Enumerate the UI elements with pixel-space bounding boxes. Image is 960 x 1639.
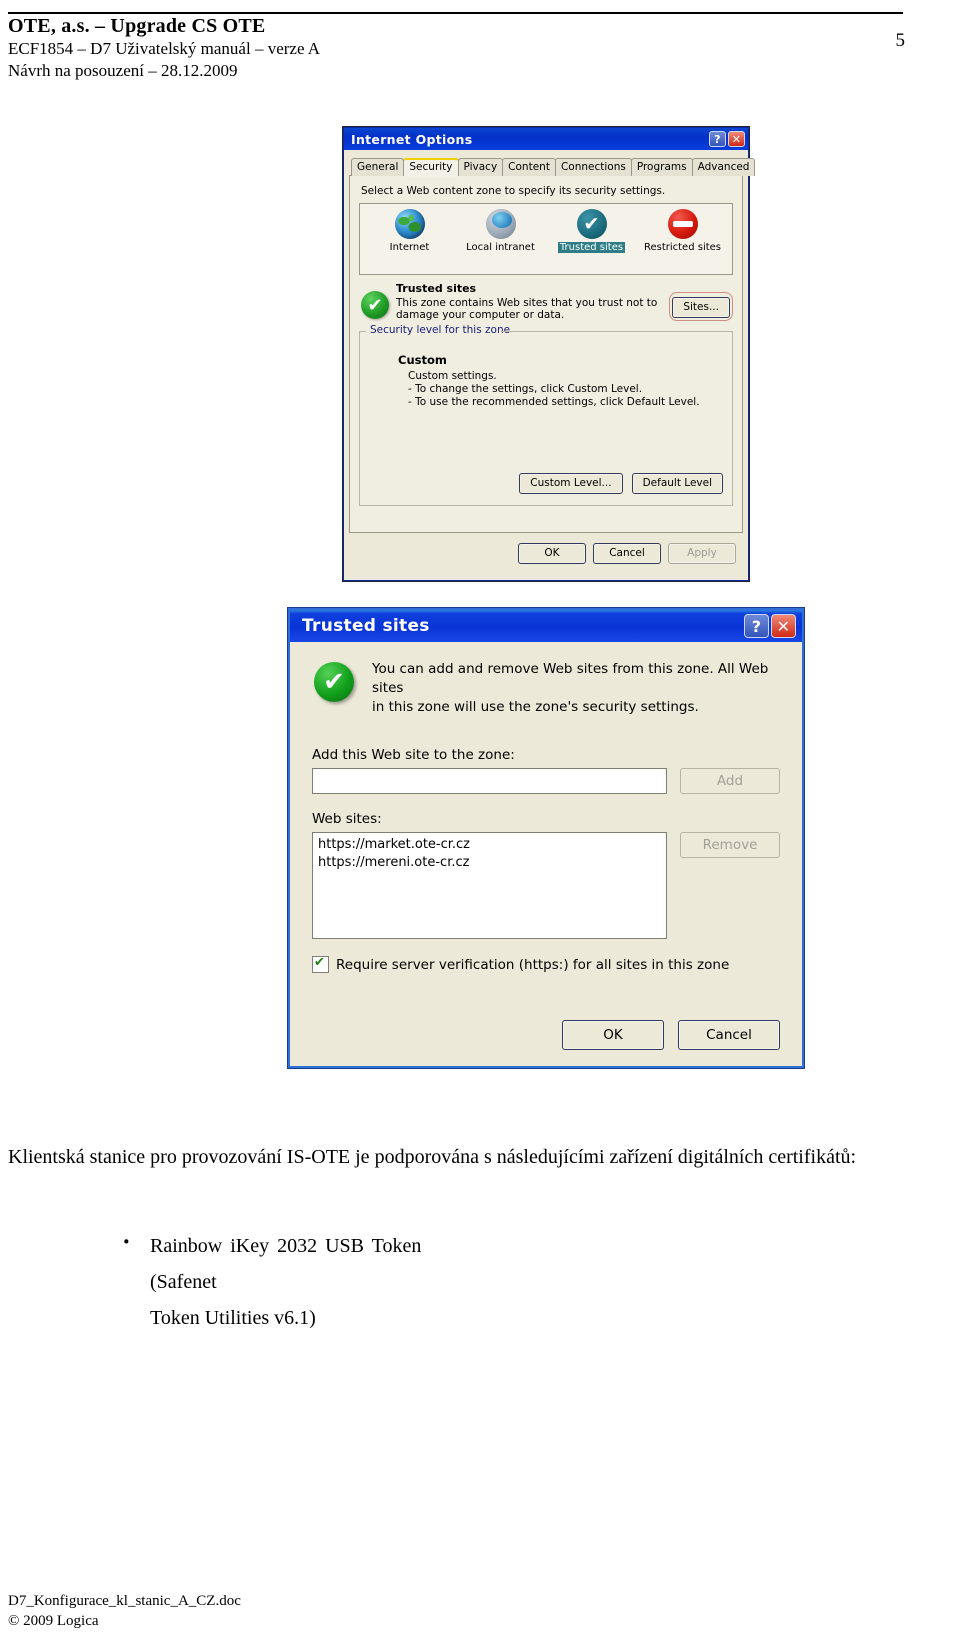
zone-detail: Trusted sites This zone contains Web sit… bbox=[359, 282, 733, 322]
intro-line-1: You can add and remove Web sites from th… bbox=[372, 661, 769, 696]
zone-internet[interactable]: Internet bbox=[364, 209, 455, 253]
apply-button: Apply bbox=[668, 543, 736, 564]
help-icon[interactable]: ? bbox=[744, 614, 769, 638]
help-icon[interactable]: ? bbox=[709, 131, 726, 147]
list-item[interactable]: https://mereni.ote-cr.cz bbox=[318, 854, 661, 872]
body-paragraph: Klientská stanice pro provozování IS-OTE… bbox=[8, 1146, 857, 1168]
zone-selector: Internet Local intranet Trusted sites Re… bbox=[359, 203, 733, 275]
zone-instruction-label: Select a Web content zone to specify its… bbox=[361, 185, 666, 197]
zone-local-intranet-label: Local intranet bbox=[466, 242, 535, 253]
tab-content[interactable]: Content bbox=[502, 158, 556, 176]
trusted-sites-intro: You can add and remove Web sites from th… bbox=[312, 660, 780, 717]
footer-copyright: © 2009 Logica bbox=[8, 1613, 99, 1629]
ok-button[interactable]: OK bbox=[562, 1020, 664, 1050]
add-site-input[interactable] bbox=[312, 768, 667, 794]
zone-detail-description: This zone contains Web sites that you tr… bbox=[396, 296, 658, 322]
tab-programs[interactable]: Programs bbox=[630, 158, 693, 176]
remove-button: Remove bbox=[680, 832, 780, 858]
intro-line-2: in this zone will use the zone's securit… bbox=[372, 699, 699, 715]
footer-rule bbox=[8, 1580, 903, 1581]
websites-section: Web sites: https://market.ote-cr.cz http… bbox=[312, 811, 780, 939]
tab-connections[interactable]: Connections bbox=[554, 158, 632, 176]
cancel-button[interactable]: Cancel bbox=[678, 1020, 780, 1050]
sites-button-highlight: Sites... bbox=[669, 292, 733, 321]
local-intranet-zone-icon bbox=[485, 209, 516, 239]
bullet-list: Rainbow iKey 2032 USB Token (Safenet Tok… bbox=[122, 1224, 480, 1336]
internet-zone-icon bbox=[394, 209, 425, 239]
document-header: OTE, a.s. – Upgrade CS OTE ECF1854 – D7 … bbox=[8, 14, 908, 82]
trusted-sites-dialog: Trusted sites ? ✕ You can add and remove… bbox=[288, 608, 804, 1068]
internet-options-footer: OK Cancel Apply bbox=[349, 543, 736, 564]
zone-trusted-sites-label: Trusted sites bbox=[557, 242, 626, 253]
zone-restricted-sites-label: Restricted sites bbox=[643, 242, 722, 253]
tab-advanced[interactable]: Advanced bbox=[691, 158, 756, 176]
add-site-label: Add this Web site to the zone: bbox=[312, 747, 515, 763]
security-tab-panel: Select a Web content zone to specify its… bbox=[349, 175, 743, 533]
add-site-section: Add this Web site to the zone: Add bbox=[312, 747, 780, 794]
restricted-sites-zone-icon bbox=[667, 209, 698, 239]
trusted-sites-window-controls: ? ✕ bbox=[744, 614, 796, 638]
require-https-checkbox[interactable] bbox=[312, 955, 329, 973]
footer-filename: D7_Konfigurace_kl_stanic_A_CZ.doc bbox=[8, 1593, 241, 1609]
supported-devices-list: Rainbow iKey 2032 USB Token (Safenet Tok… bbox=[122, 1224, 480, 1336]
security-level-line-3: - To use the recommended settings, click… bbox=[408, 395, 700, 408]
ok-button[interactable]: OK bbox=[518, 543, 586, 564]
tab-general[interactable]: General bbox=[351, 158, 405, 176]
websites-listbox[interactable]: https://market.ote-cr.cz https://mereni.… bbox=[312, 832, 667, 939]
bullet-line-1: Rainbow iKey 2032 USB Token (Safenet bbox=[150, 1235, 422, 1293]
zone-detail-title: Trusted sites bbox=[396, 282, 477, 295]
tab-security[interactable]: Security bbox=[403, 158, 459, 176]
header-version-line: Návrh na posouzení – 28.12.2009 bbox=[8, 61, 238, 80]
zone-trusted-sites[interactable]: Trusted sites bbox=[546, 209, 637, 253]
zone-internet-label: Internet bbox=[389, 242, 430, 253]
add-site-row: Add bbox=[312, 768, 780, 794]
tab-privacy[interactable]: Pivacy bbox=[457, 158, 504, 176]
header-title-line: OTE, a.s. – Upgrade CS OTE bbox=[8, 15, 266, 37]
add-button: Add bbox=[680, 768, 780, 794]
list-item: Rainbow iKey 2032 USB Token (Safenet Tok… bbox=[122, 1224, 480, 1336]
header-subtitle-line: ECF1854 – D7 Uživatelský manuál – verze … bbox=[8, 39, 321, 58]
require-https-label: Require server verification (https:) for… bbox=[336, 956, 730, 973]
sites-button[interactable]: Sites... bbox=[672, 297, 730, 318]
trusted-sites-footer: OK Cancel bbox=[562, 1020, 780, 1050]
websites-row: https://market.ote-cr.cz https://mereni.… bbox=[312, 832, 780, 939]
trusted-check-icon bbox=[314, 662, 354, 702]
security-level-name: Custom bbox=[398, 352, 447, 367]
trusted-sites-titlebar[interactable]: Trusted sites ? ✕ bbox=[290, 610, 802, 642]
security-level-groupbox: Security level for this zone Custom Cust… bbox=[359, 323, 733, 506]
security-level-content: Custom Custom settings. - To change the … bbox=[360, 331, 732, 409]
security-level-buttons: Custom Level... Default Level bbox=[519, 472, 723, 494]
cancel-button[interactable]: Cancel bbox=[593, 543, 661, 564]
zone-restricted-sites[interactable]: Restricted sites bbox=[637, 209, 728, 253]
close-icon[interactable]: ✕ bbox=[771, 614, 796, 638]
zone-detail-text: Trusted sites This zone contains Web sit… bbox=[396, 282, 665, 322]
zone-local-intranet[interactable]: Local intranet bbox=[455, 209, 546, 253]
close-icon[interactable]: ✕ bbox=[728, 131, 745, 147]
security-level-legend: Security level for this zone bbox=[367, 323, 514, 336]
document-footer: D7_Konfigurace_kl_stanic_A_CZ.doc © 2009… bbox=[8, 1591, 241, 1631]
internet-options-title: Internet Options bbox=[351, 131, 473, 147]
trusted-sites-intro-text: You can add and remove Web sites from th… bbox=[372, 660, 780, 717]
internet-options-tabstrip: General Security Pivacy Content Connecti… bbox=[351, 156, 756, 176]
internet-options-body: General Security Pivacy Content Connecti… bbox=[344, 150, 756, 569]
default-level-button[interactable]: Default Level bbox=[631, 472, 723, 494]
require-https-row[interactable]: Require server verification (https:) for… bbox=[312, 955, 780, 973]
list-item[interactable]: https://market.ote-cr.cz bbox=[318, 836, 661, 854]
page-number: 5 bbox=[895, 30, 906, 51]
security-level-line-2: - To change the settings, click Custom L… bbox=[408, 382, 643, 395]
websites-label: Web sites: bbox=[312, 811, 382, 827]
internet-options-titlebar[interactable]: Internet Options ? ✕ bbox=[344, 128, 748, 150]
bullet-line-2: Token Utilities v6.1) bbox=[150, 1307, 316, 1329]
trusted-check-icon bbox=[361, 291, 389, 319]
security-level-line-1: Custom settings. bbox=[408, 369, 497, 382]
trusted-sites-zone-icon bbox=[576, 209, 607, 239]
trusted-sites-title: Trusted sites bbox=[302, 616, 430, 636]
internet-options-window-controls: ? ✕ bbox=[709, 131, 745, 147]
trusted-sites-body: You can add and remove Web sites from th… bbox=[290, 642, 802, 1066]
internet-options-dialog: Internet Options ? ✕ General Security Pi… bbox=[343, 127, 756, 581]
custom-level-button[interactable]: Custom Level... bbox=[519, 472, 623, 494]
